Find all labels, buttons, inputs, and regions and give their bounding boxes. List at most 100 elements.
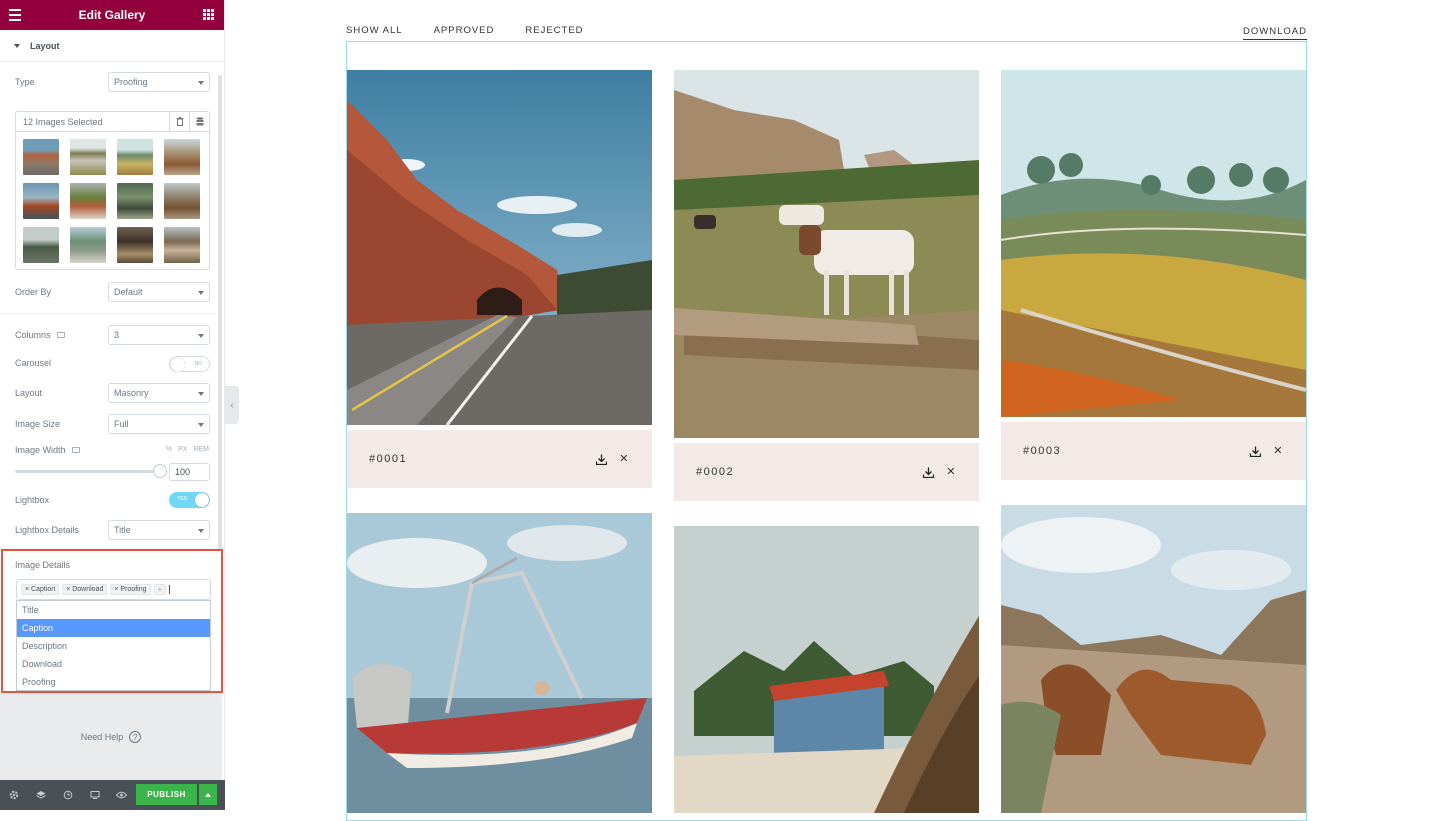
thumbnail[interactable] xyxy=(117,183,153,219)
chevron-down-icon xyxy=(198,392,204,396)
thumbnail[interactable] xyxy=(117,227,153,263)
preview-eye-icon[interactable] xyxy=(108,780,135,810)
tag-label: Caption xyxy=(31,586,56,593)
database-icon[interactable] xyxy=(189,112,209,131)
order-label: Order By xyxy=(15,287,52,297)
option-download[interactable]: Download xyxy=(17,655,210,673)
image-size-select[interactable]: Full xyxy=(108,414,210,434)
download-icon[interactable] xyxy=(596,454,608,465)
caption-bar: #0003 ✕ xyxy=(1001,422,1306,480)
thumbnail[interactable] xyxy=(70,227,106,263)
option-title[interactable]: Title xyxy=(17,601,210,619)
publish-options-button[interactable] xyxy=(199,784,217,805)
thumbnail[interactable] xyxy=(164,139,200,175)
layout-select-value: Masonry xyxy=(114,388,149,398)
toggle-text: YES xyxy=(177,496,188,502)
caption-bar: #0002 ✕ xyxy=(674,443,979,501)
gallery-image[interactable] xyxy=(1000,70,1307,417)
thumbnail[interactable] xyxy=(117,139,153,175)
tag-proofing[interactable]: × Proofing xyxy=(110,584,151,595)
filter-rejected[interactable]: REJECTED xyxy=(525,25,583,36)
tag-download[interactable]: × Download xyxy=(62,584,108,595)
image-caption: #0001 xyxy=(369,453,408,465)
gallery-item[interactable]: #0002 ✕ xyxy=(674,70,979,501)
download-all-link[interactable]: DOWNLOAD xyxy=(1243,26,1307,40)
option-description[interactable]: Description xyxy=(17,637,210,655)
gallery-header: 12 Images Selected xyxy=(16,112,209,132)
order-select[interactable]: Default xyxy=(108,282,210,302)
collapse-panel-button[interactable]: ‹ xyxy=(225,386,239,424)
type-label: Type xyxy=(15,77,35,87)
tag-caption[interactable]: × Caption xyxy=(21,584,60,595)
gallery-item[interactable]: #0003 ✕ xyxy=(1000,70,1307,480)
unit-percent[interactable]: % xyxy=(166,446,172,453)
chevron-down-icon xyxy=(198,81,204,85)
thumbnail[interactable] xyxy=(164,227,200,263)
type-select-value: Proofing xyxy=(114,77,148,87)
toggle-knob xyxy=(195,493,209,507)
thumbnail[interactable] xyxy=(23,227,59,263)
layers-icon[interactable] xyxy=(27,780,54,810)
unit-px[interactable]: PX xyxy=(178,446,187,453)
caption-bar: #0001 ✕ xyxy=(347,430,652,488)
layout-select[interactable]: Masonry xyxy=(108,383,210,403)
desktop-icon[interactable] xyxy=(56,332,65,338)
thumbnail[interactable] xyxy=(70,183,106,219)
lightbox-details-label: Lightbox Details xyxy=(15,525,80,535)
thumbnail[interactable] xyxy=(70,139,106,175)
panel-title: Edit Gallery xyxy=(78,8,146,22)
lightbox-toggle[interactable]: YES xyxy=(169,492,210,508)
image-details-tags-input[interactable]: × Caption × Download × Proofing + xyxy=(16,579,211,600)
unit-switcher: % PX REM xyxy=(166,446,209,453)
caret-up-icon xyxy=(205,792,211,797)
thumbnail[interactable] xyxy=(164,183,200,219)
gallery-image[interactable] xyxy=(347,70,652,426)
slider-handle[interactable] xyxy=(153,464,167,478)
add-tag-icon[interactable]: + xyxy=(153,584,167,595)
settings-gear-icon[interactable] xyxy=(0,780,27,810)
help-icon: ? xyxy=(129,731,142,743)
lightbox-details-select[interactable]: Title xyxy=(108,520,210,540)
unit-rem[interactable]: REM xyxy=(193,446,209,453)
gallery-item[interactable]: #0001 ✕ xyxy=(347,70,652,488)
desktop-icon[interactable] xyxy=(71,447,80,453)
menu-icon[interactable] xyxy=(9,9,21,21)
download-icon[interactable] xyxy=(923,467,935,478)
thumbnail[interactable] xyxy=(23,139,59,175)
filter-approved[interactable]: APPROVED xyxy=(434,25,495,36)
chevron-down-icon xyxy=(198,291,204,295)
image-details-label: Image Details xyxy=(15,560,71,570)
publish-button[interactable]: PUBLISH xyxy=(136,784,197,805)
reject-close-icon[interactable]: ✕ xyxy=(1273,445,1284,457)
filter-show-all[interactable]: SHOW ALL xyxy=(346,25,403,36)
reject-close-icon[interactable]: ✕ xyxy=(619,453,630,465)
text-caret xyxy=(169,585,171,594)
history-icon[interactable] xyxy=(54,780,81,810)
download-icon[interactable] xyxy=(1250,446,1262,457)
columns-label: Columns xyxy=(15,330,51,340)
image-width-label: Image Width xyxy=(15,445,66,455)
reject-close-icon[interactable]: ✕ xyxy=(946,466,957,478)
need-help-link[interactable]: Need Help ? xyxy=(0,693,222,781)
trash-icon[interactable] xyxy=(169,112,189,131)
chevron-down-icon xyxy=(198,423,204,427)
thumbnail[interactable] xyxy=(23,183,59,219)
gallery-image[interactable] xyxy=(1001,505,1306,813)
gallery-control[interactable]: 12 Images Selected xyxy=(15,111,210,270)
option-proofing[interactable]: Proofing xyxy=(17,673,210,691)
section-layout-toggle[interactable]: Layout xyxy=(0,30,224,62)
widgets-grid-icon[interactable] xyxy=(203,9,214,20)
image-caption: #0002 xyxy=(696,466,735,478)
gallery-image[interactable] xyxy=(674,526,979,813)
responsive-mode-icon[interactable] xyxy=(81,780,108,810)
image-width-input[interactable]: 100 xyxy=(169,463,210,481)
type-select[interactable]: Proofing xyxy=(108,72,210,92)
gallery-preview: #0001 ✕ #0002 ✕ #0003 ✕ xyxy=(346,41,1307,821)
image-width-slider[interactable] xyxy=(15,464,167,478)
gallery-image[interactable] xyxy=(347,513,652,813)
editor-panel: Edit Gallery Layout Type Proofing 12 Ima… xyxy=(0,0,225,810)
carousel-toggle[interactable]: NO xyxy=(169,356,210,372)
option-caption[interactable]: Caption xyxy=(17,619,210,637)
columns-select[interactable]: 3 xyxy=(108,325,210,345)
gallery-image[interactable] xyxy=(674,70,979,438)
